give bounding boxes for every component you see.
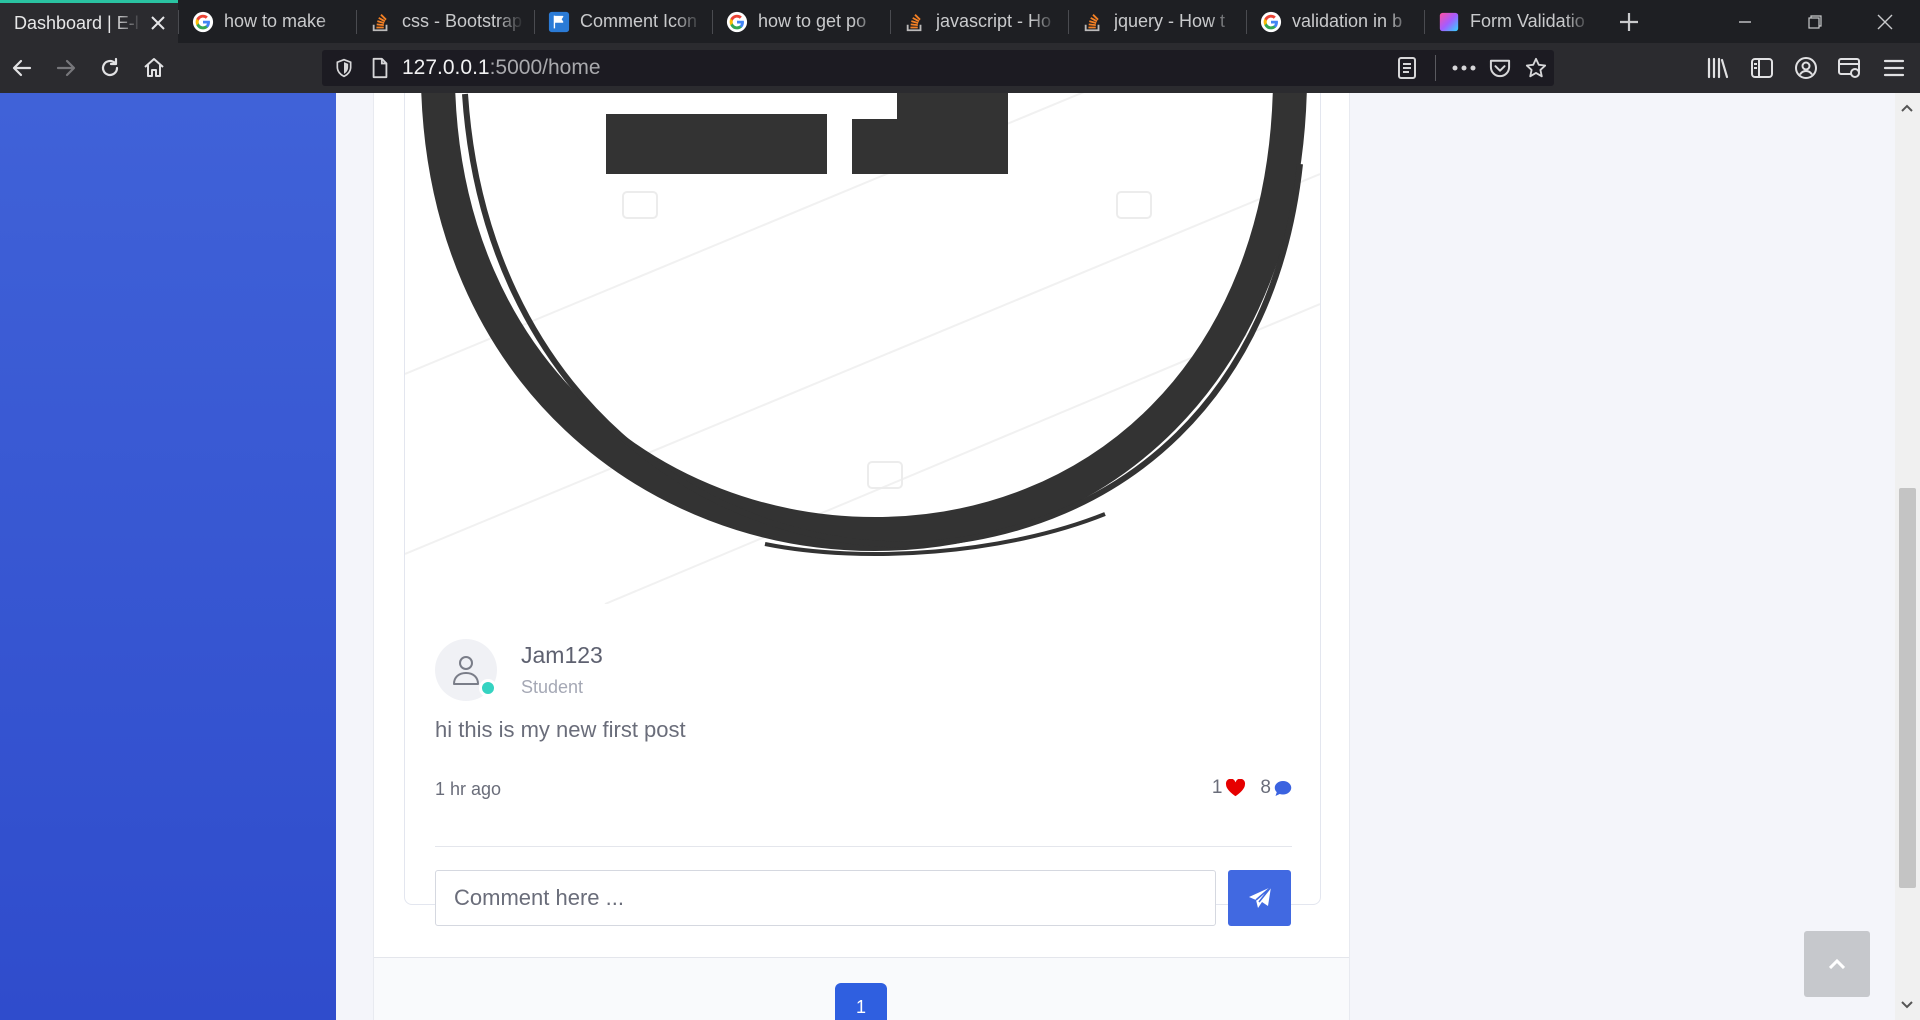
post-author: Jam123 Student xyxy=(435,639,603,701)
account-icon xyxy=(1795,57,1817,79)
account-button[interactable] xyxy=(1784,46,1828,90)
url-bar[interactable]: 127.0.0.1:5000/home xyxy=(322,50,1554,86)
pocket-icon[interactable] xyxy=(1482,50,1518,86)
post-card: Jam123 Student hi this is my new first p… xyxy=(404,93,1321,926)
home-icon xyxy=(144,58,164,77)
comment-count: 8 xyxy=(1260,777,1271,798)
send-comment-button[interactable] xyxy=(1228,870,1291,926)
scroll-up-icon[interactable] xyxy=(1900,101,1914,115)
minimize-icon xyxy=(1739,20,1751,23)
library-button[interactable] xyxy=(1696,46,1740,90)
browser-tab[interactable]: javascript - Ho xyxy=(890,0,1068,43)
post-timestamp: 1 hr ago xyxy=(435,779,502,799)
tab-title: how to make xyxy=(224,11,327,31)
page-button-current[interactable]: 1 xyxy=(835,983,887,1020)
google-icon xyxy=(192,11,214,33)
tab-title: jquery - How t xyxy=(1114,11,1226,31)
menu-button[interactable] xyxy=(1872,46,1916,90)
arrow-left-icon xyxy=(12,59,32,77)
sidebar-icon xyxy=(1751,58,1773,78)
reload-button[interactable] xyxy=(88,46,132,90)
browser-tab[interactable]: Form Validatio xyxy=(1424,0,1602,43)
url-text[interactable]: 127.0.0.1:5000/home xyxy=(402,56,601,80)
tab-title: Dashboard | E-l xyxy=(14,12,139,33)
main-content: Jam123 Student hi this is my new first p… xyxy=(373,93,1350,1020)
comment-input[interactable] xyxy=(435,870,1216,926)
url-path: :5000/home xyxy=(489,56,601,79)
heart-icon xyxy=(1226,779,1246,797)
google-icon xyxy=(726,11,748,33)
more-actions-icon[interactable] xyxy=(1446,50,1482,86)
pagination: 1 xyxy=(374,957,1349,1020)
restore-button[interactable] xyxy=(1780,0,1850,43)
screenshot-icon xyxy=(1838,58,1860,78)
urlbar-divider xyxy=(1435,55,1436,81)
browser-tab[interactable]: css - Bootstrap xyxy=(356,0,534,43)
reload-icon xyxy=(101,57,119,77)
scrollbar-thumb[interactable] xyxy=(1899,488,1916,888)
chevron-up-icon xyxy=(1829,959,1845,969)
plus-icon xyxy=(1620,12,1638,31)
browser-tab[interactable]: jquery - How t xyxy=(1068,0,1246,43)
browser-tab[interactable]: how to make xyxy=(178,0,356,43)
browser-tab[interactable]: how to get po xyxy=(712,0,890,43)
hamburger-icon xyxy=(1883,59,1905,77)
home-button[interactable] xyxy=(132,46,176,90)
flag-icon xyxy=(548,11,570,33)
close-window-button[interactable] xyxy=(1850,0,1920,43)
forward-button[interactable] xyxy=(44,46,88,90)
comment-icon xyxy=(1274,780,1292,796)
sidebar-toggle-button[interactable] xyxy=(1740,46,1784,90)
web-page: Jam123 Student hi this is my new first p… xyxy=(0,93,1920,1020)
stackoverflow-icon xyxy=(904,11,926,33)
scroll-down-icon[interactable] xyxy=(1900,998,1914,1012)
stackoverflow-icon xyxy=(1082,11,1104,33)
restore-icon xyxy=(1808,14,1822,29)
close-icon xyxy=(1877,14,1893,29)
page-info-icon[interactable] xyxy=(362,50,398,86)
sidebar xyxy=(0,93,336,1020)
paper-plane-icon xyxy=(1248,886,1272,908)
browser-toolbar: 127.0.0.1:5000/home xyxy=(0,43,1920,93)
post-text: hi this is my new first post xyxy=(435,717,686,742)
like-count: 1 xyxy=(1211,777,1223,798)
author-role: Student xyxy=(521,677,584,697)
back-button[interactable] xyxy=(0,46,44,90)
post-stats: 1 8 xyxy=(1212,777,1292,799)
tab-title: css - Bootstrap xyxy=(402,11,523,31)
author-name[interactable]: Jam123 xyxy=(521,642,603,669)
tab-title: javascript - Ho xyxy=(936,11,1052,31)
browser-tab[interactable]: validation in b xyxy=(1246,0,1424,43)
online-status-dot xyxy=(479,679,497,697)
gradient-square-icon xyxy=(1438,11,1460,33)
bookmark-star-icon[interactable] xyxy=(1518,50,1554,86)
shield-icon[interactable] xyxy=(326,50,362,86)
browser-tab[interactable]: Dashboard | E-l xyxy=(0,0,178,43)
stackoverflow-icon xyxy=(370,11,392,33)
new-tab-button[interactable] xyxy=(1602,0,1656,43)
comment-form xyxy=(435,870,1292,926)
post-image xyxy=(405,93,1320,604)
like-button[interactable]: 1 xyxy=(1212,777,1247,799)
url-host: 127.0.0.1 xyxy=(402,56,490,79)
browser-tab[interactable]: Comment Icon xyxy=(534,0,712,43)
page-scrollbar[interactable] xyxy=(1895,93,1920,1020)
tab-title: validation in b xyxy=(1292,11,1403,31)
google-icon xyxy=(1260,11,1282,33)
back-to-top-button[interactable] xyxy=(1804,931,1870,997)
avatar[interactable] xyxy=(435,639,497,701)
browser-tab-bar: Dashboard | E-l how to make css - Bootstra… xyxy=(0,0,1920,43)
tab-title: Comment Icon xyxy=(580,11,698,31)
comments-button[interactable]: 8 xyxy=(1260,777,1292,799)
reader-view-icon[interactable] xyxy=(1389,50,1425,86)
library-icon xyxy=(1707,57,1729,79)
close-tab-icon[interactable] xyxy=(148,13,168,33)
tab-title: Form Validatio xyxy=(1470,11,1585,31)
tab-title: how to get po xyxy=(758,11,867,31)
divider xyxy=(435,846,1292,847)
minimize-button[interactable] xyxy=(1710,0,1780,43)
arrow-right-icon xyxy=(56,59,76,77)
screenshot-button[interactable] xyxy=(1828,46,1872,90)
user-icon xyxy=(453,656,479,685)
